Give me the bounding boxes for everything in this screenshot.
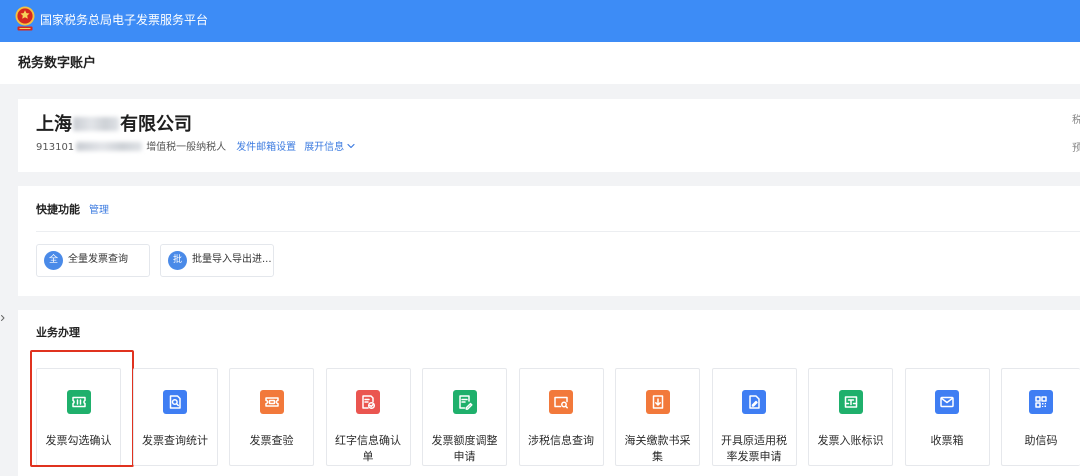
tile-label: 开具原适用税率发票申请 (721, 434, 787, 463)
tile-original-rate-invoice-application[interactable]: 开具原适用税率发票申请 (711, 368, 797, 466)
business-title: 业务办理 (36, 326, 80, 339)
tax-id: 913101 (36, 142, 75, 153)
quick-functions-title: 快捷功能 (36, 203, 80, 216)
tile-label: 发票入账标识 (817, 434, 884, 447)
tile-label: 发票查验 (249, 434, 294, 447)
tax-emblem-icon[interactable] (13, 5, 37, 33)
ticket-icon (66, 390, 91, 414)
account-bar: 税务数字账户 (0, 42, 1080, 84)
document-pen-icon (742, 390, 766, 414)
tile-label: 发票查询统计 (142, 434, 208, 447)
right-info-label: 预 (1072, 143, 1080, 154)
tile-label: 助信码 (1024, 434, 1058, 447)
quick-full-invoice-query-button[interactable]: 全 全量发票查询 (36, 244, 150, 277)
qr-code-icon (1029, 390, 1053, 414)
quick-functions-card: 快捷功能 管理 全 全量发票查询 批 批量导入导出进... (18, 186, 1080, 296)
tile-label: 收票箱 (930, 434, 964, 447)
business-card: 业务办理 发票勾选确认 发票查询统计 发票查验 红字信息确认单 发票额度调整申请… (18, 310, 1080, 476)
business-tiles: 发票勾选确认 发票查询统计 发票查验 红字信息确认单 发票额度调整申请 涉税信息… (30, 350, 1080, 467)
tile-red-letter-confirmation[interactable]: 红字信息确认单 (325, 368, 411, 466)
account-title: 税务数字账户 (18, 56, 97, 71)
document-check-icon (356, 390, 380, 414)
tile-assist-credit-code[interactable]: 助信码 (1001, 368, 1080, 466)
tile-invoice-query-stats[interactable]: 发票查询统计 (132, 368, 218, 466)
company-name: 上海 有限公司 (36, 115, 192, 135)
folder-search-icon (549, 390, 573, 414)
company-meta: 913101 增值税一般纳税人 发件邮箱设置 展开信息 (36, 141, 355, 155)
expand-info-link[interactable]: 展开信息 (304, 142, 344, 153)
redacted-text (76, 141, 143, 151)
chevron-right-icon[interactable] (0, 313, 6, 323)
tile-invoice-inbox[interactable]: 收票箱 (904, 368, 990, 466)
tile-label: 发票额度调整申请 (431, 434, 498, 463)
tile-invoice-quota-adjustment[interactable]: 发票额度调整申请 (422, 368, 507, 466)
taxpayer-type: 增值税一般纳税人 (146, 142, 227, 153)
tile-label: 涉税信息查询 (528, 434, 594, 447)
envelope-icon (935, 390, 959, 414)
document-download-icon (645, 390, 670, 414)
tile-label: 红字信息确认单 (335, 434, 401, 463)
quick-batch-import-export-button[interactable]: 批 批量导入导出进... (160, 244, 274, 277)
tile-label: 海关缴款书采集 (624, 434, 691, 463)
company-name-suffix: 有限公司 (120, 114, 192, 135)
quick-icon-badge: 全 (44, 251, 63, 270)
tile-invoice-accounting-mark[interactable]: 发票入账标识 (808, 368, 893, 466)
quick-icon-badge: 批 (168, 251, 187, 270)
tile-invoice-verification[interactable]: 发票查验 (229, 368, 314, 466)
quick-button-label: 全量发票查询 (68, 254, 128, 265)
accounting-tray-icon (838, 390, 863, 414)
top-header: 国家税务总局电子发票服务平台 (0, 0, 1080, 42)
tile-tax-info-query[interactable]: 涉税信息查询 (518, 368, 604, 466)
company-name-prefix: 上海 (36, 114, 72, 135)
platform-title: 国家税务总局电子发票服务平台 (40, 13, 209, 27)
chevron-down-icon[interactable] (347, 143, 355, 149)
tile-invoice-selection-confirm[interactable]: 发票勾选确认 (30, 350, 134, 467)
document-search-icon (163, 390, 187, 414)
right-info-label: 税 (1072, 115, 1080, 126)
redacted-text (73, 117, 119, 131)
company-card: 上海 有限公司 913101 增值税一般纳税人 发件邮箱设置 展开信息 税 预 (18, 99, 1080, 172)
manage-link[interactable]: 管理 (89, 204, 109, 218)
divider (36, 231, 1080, 232)
tile-customs-payment-collection[interactable]: 海关缴款书采集 (615, 368, 700, 466)
email-settings-link[interactable]: 发件邮箱设置 (236, 142, 296, 153)
document-edit-icon (452, 390, 477, 414)
quick-button-label: 批量导入导出进... (192, 254, 272, 265)
ticket-verify-icon (259, 390, 284, 414)
tile-label: 发票勾选确认 (45, 434, 112, 447)
